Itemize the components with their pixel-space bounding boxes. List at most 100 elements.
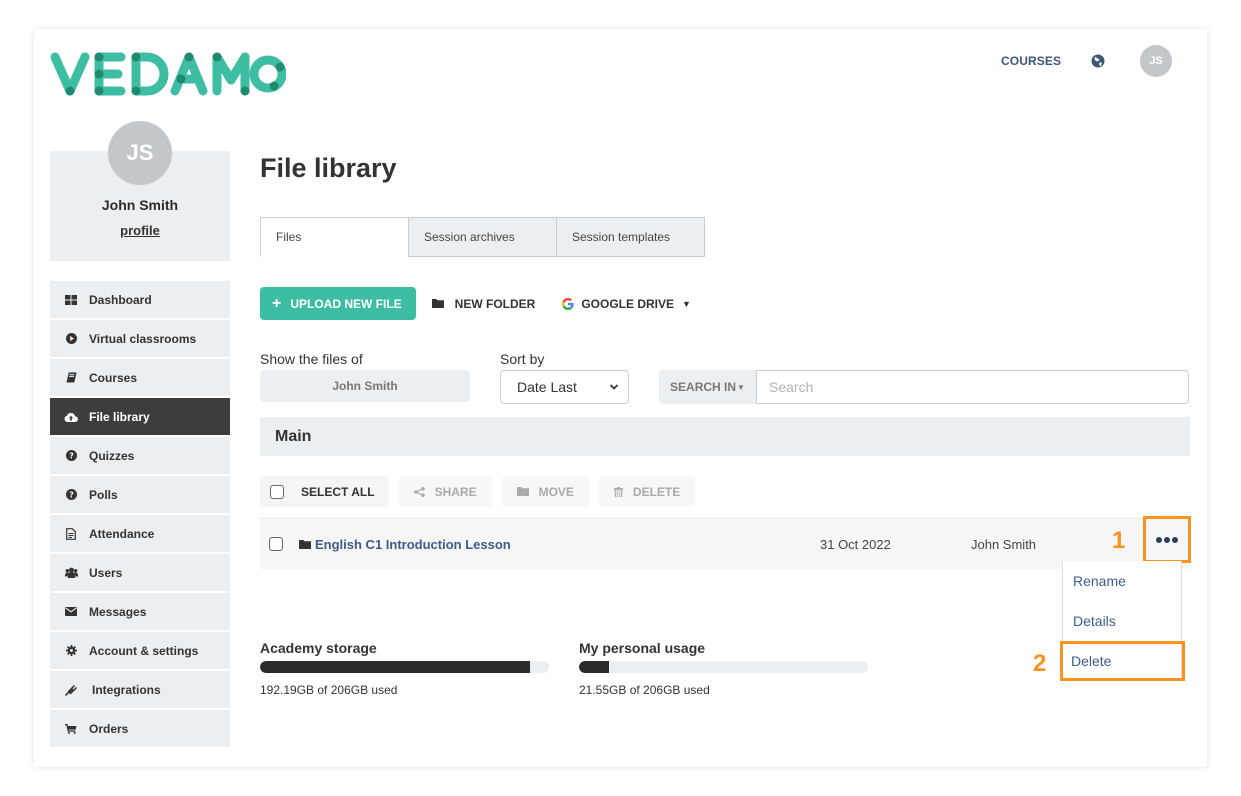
sidebar-item-file-library[interactable]: File library <box>50 398 230 435</box>
users-icon <box>64 567 78 578</box>
file-name-link[interactable]: English C1 Introduction Lesson <box>315 537 511 552</box>
sidebar-item-integrations[interactable]: Integrations <box>50 671 230 708</box>
personal-usage-fill <box>579 661 610 673</box>
share-button[interactable]: SHARE <box>398 476 492 507</box>
menu-item-delete[interactable]: Delete <box>1060 641 1185 681</box>
page-title: File library <box>260 153 397 183</box>
sidebar-item-quizzes[interactable]: ? Quizzes <box>50 437 230 474</box>
upload-label: UPLOAD NEW FILE <box>290 296 402 311</box>
question-circle-icon: ? <box>64 450 78 461</box>
delete-button[interactable]: DELETE <box>598 476 696 507</box>
share-icon <box>413 486 425 497</box>
plug-icon <box>64 684 78 696</box>
tab-bar: Files Session archives Session templates <box>260 217 705 257</box>
context-menu: Rename Details Delete <box>1060 561 1185 681</box>
personal-usage-text: 21.55GB of 206GB used <box>579 683 710 697</box>
personal-usage-title: My personal usage <box>579 640 706 656</box>
select-all-button[interactable]: SELECT ALL <box>260 476 389 507</box>
personal-usage: My personal usage 21.55GB of 206GB used <box>579 640 868 697</box>
menu-item-rename[interactable]: Rename <box>1063 561 1181 601</box>
chevron-down-icon <box>609 384 619 390</box>
sidebar-item-label: Attendance <box>89 526 155 541</box>
sidebar-item-label: Polls <box>89 487 118 502</box>
google-drive-dropdown[interactable]: GOOGLE DRIVE ▼ <box>562 297 691 311</box>
google-icon <box>562 297 574 310</box>
sidebar-item-account-settings[interactable]: Account & settings <box>50 632 230 669</box>
sidebar-item-dashboard[interactable]: Dashboard <box>50 281 230 318</box>
cart-icon <box>64 723 78 734</box>
sidebar-item-virtual-classrooms[interactable]: Virtual classrooms <box>50 320 230 357</box>
logo-wordmark <box>50 52 286 96</box>
globe-icon[interactable] <box>1091 54 1105 68</box>
ellipsis-dot <box>1164 536 1170 543</box>
academy-storage: Academy storage 192.19GB of 206GB used <box>260 640 549 697</box>
search-group: SEARCH IN ▼ <box>659 370 1189 404</box>
google-drive-label: GOOGLE DRIVE <box>581 296 675 311</box>
sidebar-item-label: Orders <box>89 721 129 736</box>
show-files-of-select[interactable]: John Smith <box>260 370 470 402</box>
search-input[interactable] <box>756 370 1189 404</box>
delete-label: DELETE <box>632 484 681 499</box>
sidebar-item-courses[interactable]: Courses <box>50 359 230 396</box>
sidebar-item-polls[interactable]: ? Polls <box>50 476 230 513</box>
share-label: SHARE <box>434 484 477 499</box>
select-all-label: SELECT ALL <box>301 484 375 499</box>
svg-text:?: ? <box>69 490 74 499</box>
profile-name: John Smith <box>101 197 179 213</box>
sidebar-item-label: File library <box>89 409 150 424</box>
academy-storage-fill <box>260 661 530 673</box>
sidebar-item-label: Dashboard <box>89 292 152 307</box>
top-nav: COURSES JS <box>990 45 1173 77</box>
caret-down-icon: ▼ <box>682 298 691 309</box>
sidebar-item-label: Integrations <box>92 682 161 697</box>
tab-session-archives[interactable]: Session archives <box>408 217 557 257</box>
folder-icon <box>299 539 311 549</box>
caret-down-icon: ▼ <box>737 382 745 392</box>
user-avatar[interactable]: JS <box>1140 45 1173 77</box>
personal-usage-bar <box>579 661 868 673</box>
sidebar-item-users[interactable]: Users <box>50 554 230 591</box>
sidebar-item-label: Virtual classrooms <box>89 331 197 346</box>
tab-session-templates[interactable]: Session templates <box>556 217 705 257</box>
profile-link[interactable]: profile <box>50 223 230 238</box>
sidebar-item-attendance[interactable]: Attendance <box>50 515 230 552</box>
academy-storage-title: Academy storage <box>260 640 377 656</box>
move-label: MOVE <box>538 484 574 499</box>
sidebar: Dashboard Virtual classrooms Courses Fil… <box>50 281 230 749</box>
question-circle-icon: ? <box>64 489 78 500</box>
ellipsis-dot <box>1172 536 1179 543</box>
book-icon <box>64 372 78 383</box>
vedamo-logo[interactable] <box>50 52 286 96</box>
plus-icon: + <box>272 294 282 312</box>
new-folder-button[interactable]: NEW FOLDER <box>431 296 536 311</box>
file-date: 31 Oct 2022 <box>820 536 891 552</box>
upload-new-file-button[interactable]: + UPLOAD NEW FILE <box>260 287 416 320</box>
more-options-button[interactable] <box>1143 516 1191 563</box>
row-checkbox[interactable] <box>269 537 283 551</box>
ellipsis-dot <box>1155 536 1162 543</box>
menu-item-details[interactable]: Details <box>1063 601 1181 641</box>
sort-by-value: Date Last <box>517 379 577 395</box>
sort-by-select[interactable]: Date Last <box>500 370 629 404</box>
new-folder-label: NEW FOLDER <box>454 296 536 311</box>
sidebar-item-label: Messages <box>89 604 147 619</box>
folder-header: Main <box>260 417 1190 456</box>
tab-files[interactable]: Files <box>260 217 409 257</box>
select-all-checkbox[interactable] <box>270 484 284 499</box>
sidebar-item-label: Courses <box>89 370 138 385</box>
trash-icon <box>613 486 623 497</box>
sidebar-item-messages[interactable]: Messages <box>50 593 230 630</box>
file-owner: John Smith <box>971 536 1037 552</box>
search-in-dropdown[interactable]: SEARCH IN ▼ <box>659 370 756 404</box>
table-row[interactable]: English C1 Introduction Lesson 31 Oct 20… <box>260 516 1191 569</box>
folder-icon <box>516 487 529 496</box>
academy-storage-text: 192.19GB of 206GB used <box>260 683 398 697</box>
search-in-label: SEARCH IN <box>670 380 737 394</box>
sidebar-item-orders[interactable]: Orders <box>50 710 230 747</box>
bulk-actions-bar: SELECT ALL SHARE MOVE DELETE <box>260 476 705 507</box>
folder-icon <box>431 299 444 308</box>
nav-courses-link[interactable]: COURSES <box>1001 54 1061 68</box>
gear-icon <box>64 645 78 656</box>
move-button[interactable]: MOVE <box>501 476 589 507</box>
play-circle-icon <box>64 333 78 344</box>
